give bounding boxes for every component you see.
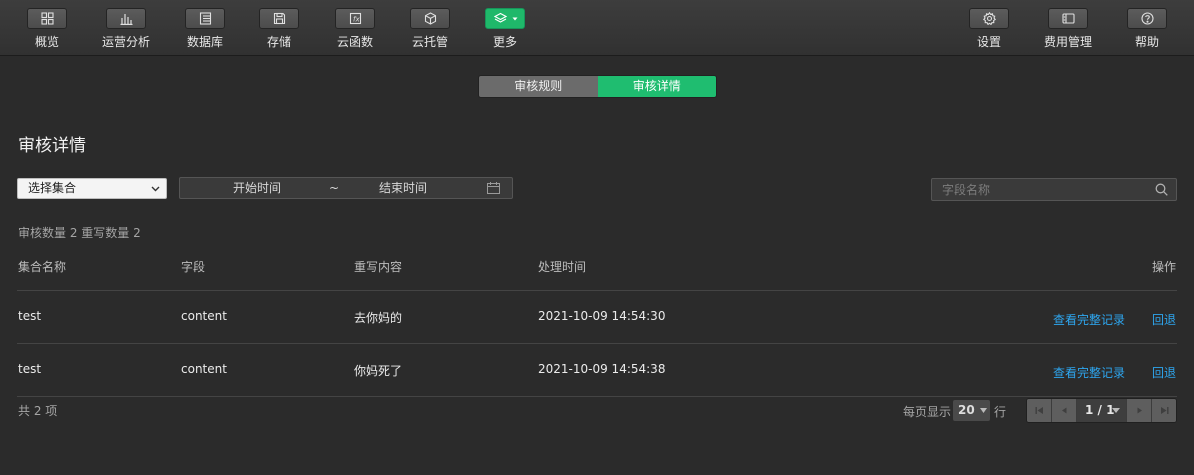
cell-collection: test bbox=[18, 309, 42, 323]
first-page-icon bbox=[1035, 407, 1043, 414]
storage-icon bbox=[259, 8, 299, 29]
toolbar-hosting-button[interactable]: 云托管 bbox=[400, 8, 460, 52]
toolbar-billing-label: 费用管理 bbox=[1043, 35, 1092, 49]
last-page-icon bbox=[1161, 407, 1169, 414]
column-header-collection: 集合名称 bbox=[18, 260, 67, 274]
gear-icon bbox=[969, 8, 1009, 29]
chevron-down-icon bbox=[151, 186, 160, 192]
layers-icon bbox=[485, 8, 525, 29]
cell-field: content bbox=[181, 362, 227, 376]
rollback-link[interactable]: 回退 bbox=[1152, 364, 1176, 381]
help-icon bbox=[1127, 8, 1167, 29]
tab-audit-details[interactable]: 审核详情 bbox=[597, 76, 716, 97]
toolbar-storage-label: 存储 bbox=[266, 35, 291, 49]
toolbar-overview-button[interactable]: 概览 bbox=[17, 8, 77, 52]
cell-rewrite: 你妈死了 bbox=[354, 364, 403, 378]
field-search-box bbox=[931, 178, 1177, 201]
caret-down-icon bbox=[512, 17, 518, 21]
toolbar-billing-button[interactable]: 费用管理 bbox=[1038, 8, 1098, 52]
bar-chart-icon bbox=[106, 8, 146, 29]
page-title: 审核详情 bbox=[18, 136, 86, 156]
audit-summary: 审核数量 2 重写数量 2 bbox=[18, 226, 141, 240]
page-indicator: 1 / 1 bbox=[1085, 403, 1115, 417]
top-toolbar: 概览 运营分析 数据库 存储 fx 云函数 云托管 更多 设置 费用管理 帮助 bbox=[0, 0, 1194, 56]
date-range-picker[interactable]: 开始时间 ~ 结束时间 bbox=[179, 177, 513, 199]
view-full-record-link[interactable]: 查看完整记录 bbox=[1053, 311, 1125, 328]
caret-down-icon bbox=[1112, 408, 1120, 413]
field-search-input[interactable] bbox=[932, 179, 1142, 201]
rows-unit-label: 行 bbox=[994, 405, 1007, 419]
view-switcher: 审核规则 审核详情 bbox=[478, 75, 717, 98]
first-page-button[interactable] bbox=[1027, 399, 1052, 422]
collection-select[interactable]: 选择集合 bbox=[17, 178, 167, 199]
svg-text:fx: fx bbox=[353, 16, 360, 24]
toolbar-storage-button[interactable]: 存储 bbox=[249, 8, 309, 52]
cell-collection: test bbox=[18, 362, 42, 376]
toolbar-help-label: 帮助 bbox=[1134, 35, 1159, 49]
per-page-label: 每页显示 bbox=[903, 405, 952, 419]
calendar-icon bbox=[487, 182, 500, 194]
table-divider bbox=[17, 396, 1177, 397]
caret-down-icon bbox=[980, 408, 987, 413]
per-page-value: 20 bbox=[958, 403, 975, 417]
toolbar-more-button[interactable]: 更多 bbox=[475, 8, 535, 52]
function-icon: fx bbox=[335, 8, 375, 29]
rollback-link[interactable]: 回退 bbox=[1152, 311, 1176, 328]
cell-rewrite: 去你妈的 bbox=[354, 311, 403, 325]
toolbar-analytics-label: 运营分析 bbox=[101, 35, 150, 49]
column-header-field: 字段 bbox=[181, 260, 206, 274]
billing-icon bbox=[1048, 8, 1088, 29]
pagination: 1 / 1 bbox=[1026, 398, 1177, 423]
date-range-separator: ~ bbox=[329, 181, 340, 195]
prev-page-button[interactable] bbox=[1052, 399, 1077, 422]
total-count: 共 2 项 bbox=[18, 404, 58, 418]
table-divider bbox=[17, 343, 1177, 344]
search-icon[interactable] bbox=[1155, 183, 1168, 196]
toolbar-help-button[interactable]: 帮助 bbox=[1117, 8, 1177, 52]
cell-time: 2021-10-09 14:54:30 bbox=[538, 309, 666, 323]
toolbar-functions-button[interactable]: fx 云函数 bbox=[325, 8, 385, 52]
toolbar-database-label: 数据库 bbox=[186, 35, 223, 49]
view-full-record-link[interactable]: 查看完整记录 bbox=[1053, 364, 1125, 381]
toolbar-settings-button[interactable]: 设置 bbox=[959, 8, 1019, 52]
collection-select-value: 选择集合 bbox=[28, 181, 77, 195]
column-header-time: 处理时间 bbox=[538, 260, 587, 274]
column-header-actions: 操作 bbox=[1152, 260, 1177, 274]
last-page-button[interactable] bbox=[1151, 399, 1176, 422]
page-select[interactable]: 1 / 1 bbox=[1077, 399, 1126, 422]
toolbar-hosting-label: 云托管 bbox=[411, 35, 448, 49]
database-icon bbox=[185, 8, 225, 29]
date-end-field[interactable]: 结束时间 bbox=[379, 178, 427, 198]
next-page-icon bbox=[1137, 407, 1142, 414]
tab-audit-rules[interactable]: 审核规则 bbox=[479, 76, 598, 97]
date-start-field[interactable]: 开始时间 bbox=[233, 178, 281, 198]
toolbar-more-label: 更多 bbox=[492, 35, 517, 49]
per-page-select[interactable]: 20 bbox=[953, 400, 990, 421]
cell-time: 2021-10-09 14:54:38 bbox=[538, 362, 666, 376]
cube-icon bbox=[410, 8, 450, 29]
toolbar-overview-label: 概览 bbox=[34, 35, 59, 49]
column-header-rewrite: 重写内容 bbox=[354, 260, 403, 274]
prev-page-icon bbox=[1062, 407, 1067, 414]
toolbar-database-button[interactable]: 数据库 bbox=[175, 8, 235, 52]
toolbar-analytics-button[interactable]: 运营分析 bbox=[96, 8, 156, 52]
grid-icon bbox=[27, 8, 67, 29]
next-page-button[interactable] bbox=[1126, 399, 1151, 422]
toolbar-settings-label: 设置 bbox=[976, 35, 1001, 49]
cell-field: content bbox=[181, 309, 227, 323]
table-divider bbox=[17, 290, 1177, 291]
toolbar-functions-label: 云函数 bbox=[336, 35, 373, 49]
